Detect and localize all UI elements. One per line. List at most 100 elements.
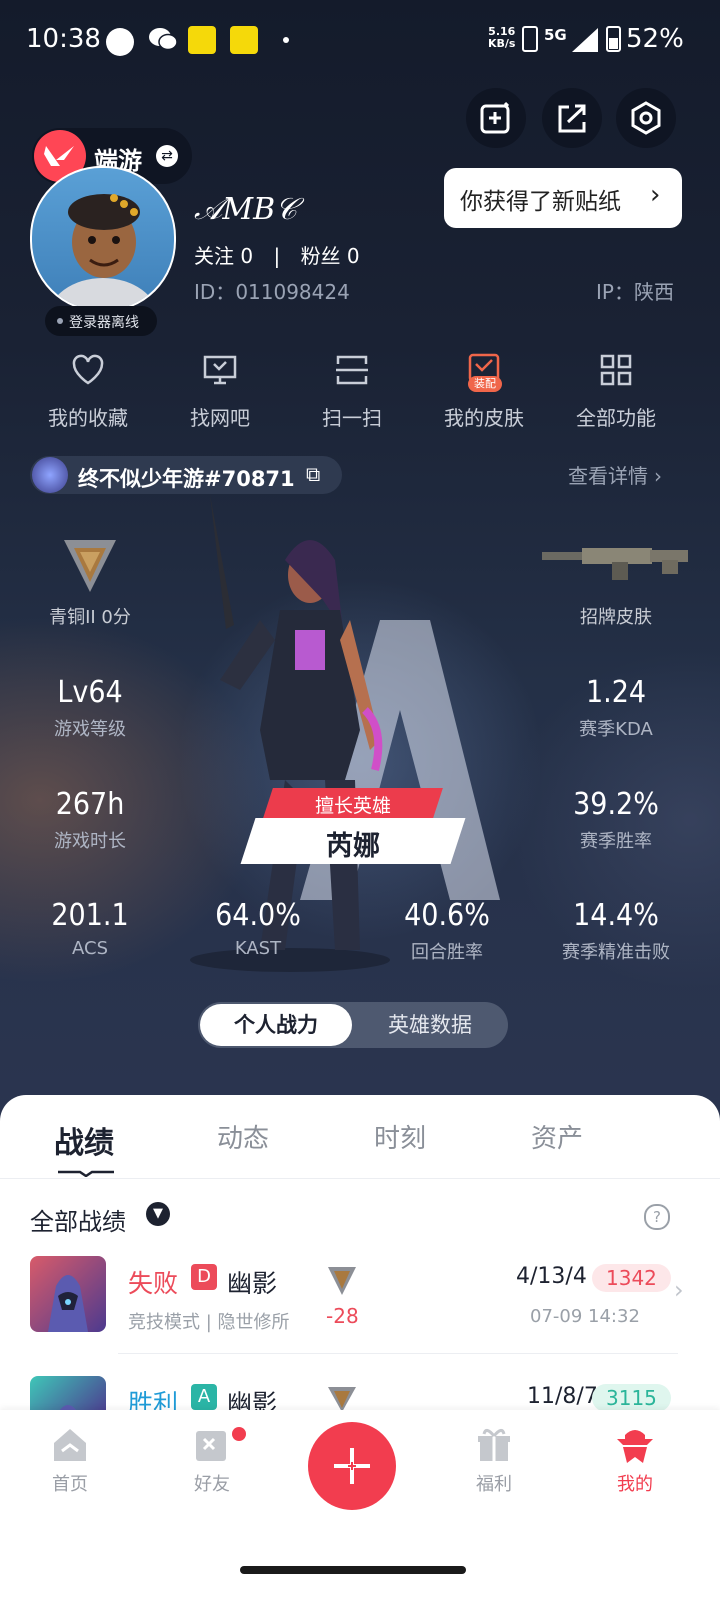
nav-me[interactable]: 我的 [585, 1425, 685, 1496]
tab-feed[interactable]: 动态 [217, 1118, 269, 1155]
login-status-badge: 登录器离线 [45, 306, 157, 336]
user-id: ID：011098424 [194, 280, 350, 304]
level-value: Lv64 [57, 675, 123, 710]
nav-rewards[interactable]: 福利 [444, 1425, 544, 1496]
offline-dot-icon [57, 318, 63, 324]
equip-badge: 装配 [468, 376, 502, 392]
match-kda: 11/8/7 [527, 1384, 598, 1409]
vibrate-icon [522, 26, 538, 52]
active-tab-indicator [58, 1162, 114, 1178]
signature-skin-label: 招牌皮肤 [580, 607, 652, 628]
home-icon [54, 1429, 86, 1461]
tab-assets[interactable]: 资产 [531, 1118, 583, 1155]
battery-percent: 52% [626, 24, 684, 54]
sticker-button[interactable] [466, 88, 526, 148]
rank-label: 青铜II 0分 [49, 607, 131, 628]
share-icon [558, 104, 586, 133]
player-card-icon [32, 457, 68, 493]
sticker-icon [480, 101, 510, 134]
nav-home[interactable]: 首页 [20, 1425, 120, 1496]
network-type: 5G [544, 26, 567, 44]
gift-icon [478, 1429, 510, 1461]
signal-icon [572, 28, 598, 56]
switch-icon: ⇄ [156, 145, 178, 167]
plus-icon [334, 1448, 370, 1484]
weapon-skin-icon [542, 546, 690, 586]
scan-button[interactable]: 扫一扫 [292, 352, 412, 431]
row-divider [118, 1353, 678, 1354]
round-winrate-value: 40.6% [404, 898, 490, 933]
agent-portrait [30, 1256, 106, 1332]
heart-icon [72, 354, 104, 385]
more-notifications-icon [283, 37, 289, 43]
best-hero-name: 芮娜 [326, 831, 380, 862]
status-time: 10:38 [26, 24, 101, 54]
headshot-label: 赛季精准击败 [562, 942, 670, 963]
tab-records[interactable]: 战绩 [54, 1118, 114, 1162]
segment-personal-power[interactable]: 个人战力 [200, 1004, 352, 1046]
rank-emblem-icon [60, 530, 120, 602]
kast-label: KAST [234, 938, 282, 959]
playtime-value: 267h [55, 787, 125, 822]
kda-label: 赛季KDA [579, 719, 653, 740]
monitor-icon [203, 355, 237, 385]
kda-value: 1.24 [585, 675, 647, 710]
my-skins-button[interactable]: 装配 我的皮肤 [424, 352, 544, 431]
tab-divider [0, 1178, 720, 1179]
match-time: 07-09 14:32 [530, 1306, 640, 1327]
help-icon[interactable]: ? [644, 1204, 670, 1230]
acs-label: ACS [72, 938, 108, 959]
match-mode: 竞技模式 | 隐世修所 [128, 1312, 290, 1333]
view-details-link[interactable]: 查看详情 › [568, 460, 662, 489]
grade-badge: D [191, 1264, 217, 1290]
avatar[interactable] [30, 166, 176, 312]
nav-friends[interactable]: 好友 [162, 1425, 262, 1496]
chevron-right-icon: › [654, 464, 662, 488]
app-notification-icon [188, 26, 216, 54]
match-score: 1342 [592, 1264, 671, 1292]
follow-stats[interactable]: 关注 0 | 粉丝 0 [194, 240, 360, 269]
chevron-right-icon: › [650, 180, 661, 210]
share-button[interactable] [542, 88, 602, 148]
all-features-button[interactable]: 全部功能 [556, 352, 676, 431]
app-notification-icon [230, 26, 258, 54]
grid-icon [600, 354, 632, 386]
map-name: 幽影 [227, 1269, 278, 1298]
rank-emblem-icon [326, 1262, 358, 1302]
headshot-value: 14.4% [573, 898, 659, 933]
notification-dot-icon [106, 28, 134, 56]
favorites-button[interactable]: 我的收藏 [28, 352, 148, 431]
home-indicator [240, 1566, 466, 1574]
records-filter[interactable]: 全部战绩 ▼ [30, 1202, 170, 1237]
tab-moments[interactable]: 时刻 [374, 1118, 426, 1155]
grade-badge: A [191, 1384, 217, 1410]
match-score: 3115 [592, 1384, 671, 1412]
sticker-tooltip[interactable]: 你获得了新贴纸 › [444, 168, 682, 228]
settings-button[interactable] [616, 88, 676, 148]
scan-icon [336, 355, 368, 385]
create-post-button[interactable] [308, 1422, 396, 1510]
friends-icon [196, 1431, 226, 1461]
ip-location: IP：陕西 [596, 280, 674, 304]
match-result: 失败 [128, 1269, 179, 1298]
net-speed: 5.16 KB/s [488, 25, 516, 50]
kast-value: 64.0% [215, 898, 301, 933]
profile-icon [617, 1430, 653, 1463]
winrate-value: 39.2% [573, 787, 659, 822]
nickname: 𝒜𝑀𝐵𝒞 [194, 192, 298, 227]
round-winrate-label: 回合胜率 [411, 942, 483, 963]
winrate-label: 赛季胜率 [580, 831, 652, 852]
level-label: 游戏等级 [54, 719, 126, 740]
playtime-label: 游戏时长 [54, 831, 126, 852]
best-hero-title: 擅长英雄 [314, 795, 391, 817]
chevron-down-icon: ▼ [146, 1202, 170, 1226]
wechat-icon [148, 26, 178, 52]
hexagon-settings-icon [631, 101, 661, 135]
find-netcafe-button[interactable]: 找网吧 [160, 352, 280, 431]
rank-delta: -28 [326, 1304, 359, 1328]
chevron-right-icon[interactable]: › [674, 1276, 684, 1304]
unread-dot-icon [232, 1427, 246, 1441]
match-kda: 4/13/4 [516, 1264, 587, 1289]
segment-hero-data[interactable]: 英雄数据 [354, 1004, 506, 1046]
battery-icon [606, 26, 621, 52]
